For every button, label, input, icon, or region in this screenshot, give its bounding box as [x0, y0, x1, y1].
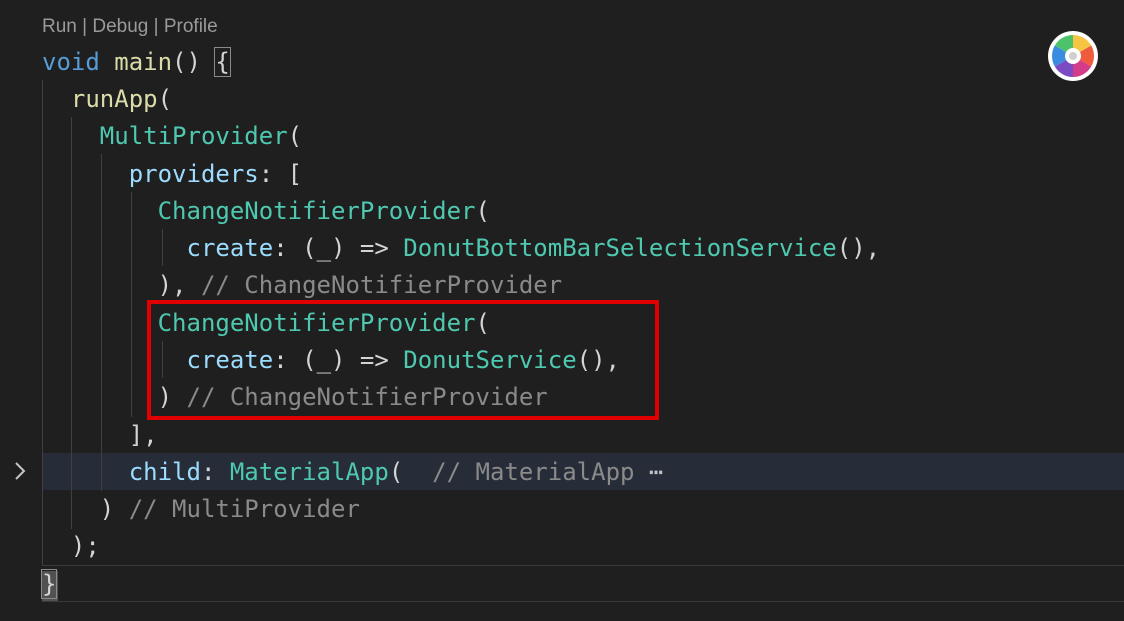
underscore-param: _	[316, 234, 332, 262]
annotation-highlight-box	[147, 300, 659, 420]
code-line-1[interactable]: void main() {	[42, 44, 231, 81]
code-line-6[interactable]: create: (_) => DonutBottomBarSelectionSe…	[42, 230, 881, 267]
property-name: providers	[128, 160, 259, 188]
punctuation: (	[287, 122, 303, 150]
punctuation: (),	[836, 234, 881, 262]
comment: // MaterialApp	[432, 458, 635, 486]
matched-brace: {	[214, 47, 231, 77]
keyword: void	[42, 48, 100, 76]
code-line-7[interactable]: ), // ChangeNotifierProvider	[42, 267, 563, 304]
comment: // ChangeNotifierProvider	[200, 271, 563, 299]
code-line-3[interactable]: MultiProvider(	[42, 118, 302, 155]
class-name: DonutBottomBarSelectionService	[403, 234, 837, 262]
color-wheel-icon[interactable]	[1047, 30, 1099, 82]
punctuation: : [	[258, 160, 303, 188]
codelens-run[interactable]: Run	[42, 16, 77, 37]
chevron-right-icon[interactable]	[9, 460, 31, 482]
codelens-bar: Run | Debug | Profile	[42, 14, 218, 40]
function-name: runApp	[70, 85, 158, 113]
punctuation: );	[70, 532, 100, 560]
punctuation: )	[99, 495, 115, 523]
punctuation: (	[388, 458, 404, 486]
matched-brace: }	[40, 569, 58, 599]
code-line-12[interactable]: child: MaterialApp( // MaterialApp ⋯	[42, 454, 664, 491]
property-name: child	[128, 458, 201, 486]
codelens-profile[interactable]: Profile	[164, 16, 218, 37]
property-name: create	[186, 234, 274, 262]
comment: // MultiProvider	[128, 495, 360, 523]
last-line-highlight	[42, 565, 1124, 602]
punctuation: ()	[172, 48, 201, 76]
punctuation: : (	[273, 234, 317, 262]
class-name: MaterialApp	[229, 458, 389, 486]
code-line-13[interactable]: ) // MultiProvider	[42, 491, 360, 528]
codelens-debug[interactable]: Debug	[92, 16, 148, 37]
folded-code-ellipsis[interactable]: ⋯	[649, 458, 663, 486]
code-line-15[interactable]: }	[40, 566, 58, 603]
codelens-separator: |	[153, 16, 159, 37]
punctuation: ),	[157, 271, 187, 299]
code-line-2[interactable]: runApp(	[42, 81, 172, 118]
code-line-5[interactable]: ChangeNotifierProvider(	[42, 193, 490, 230]
code-line-11[interactable]: ],	[42, 417, 158, 454]
arrow: ) =>	[331, 234, 404, 262]
class-name: MultiProvider	[99, 122, 288, 150]
code-line-4[interactable]: providers: [	[42, 156, 302, 193]
punctuation: ],	[128, 421, 158, 449]
punctuation: (	[475, 197, 490, 225]
punctuation: (	[157, 85, 173, 113]
codelens-separator: |	[82, 16, 88, 37]
code-editor[interactable]: Run | Debug | Profile void main() { runA…	[0, 0, 1124, 621]
class-name: ChangeNotifierProvider	[157, 197, 476, 225]
punctuation: :	[200, 458, 230, 486]
function-name: main	[114, 48, 173, 76]
code-line-14[interactable]: );	[42, 528, 100, 565]
